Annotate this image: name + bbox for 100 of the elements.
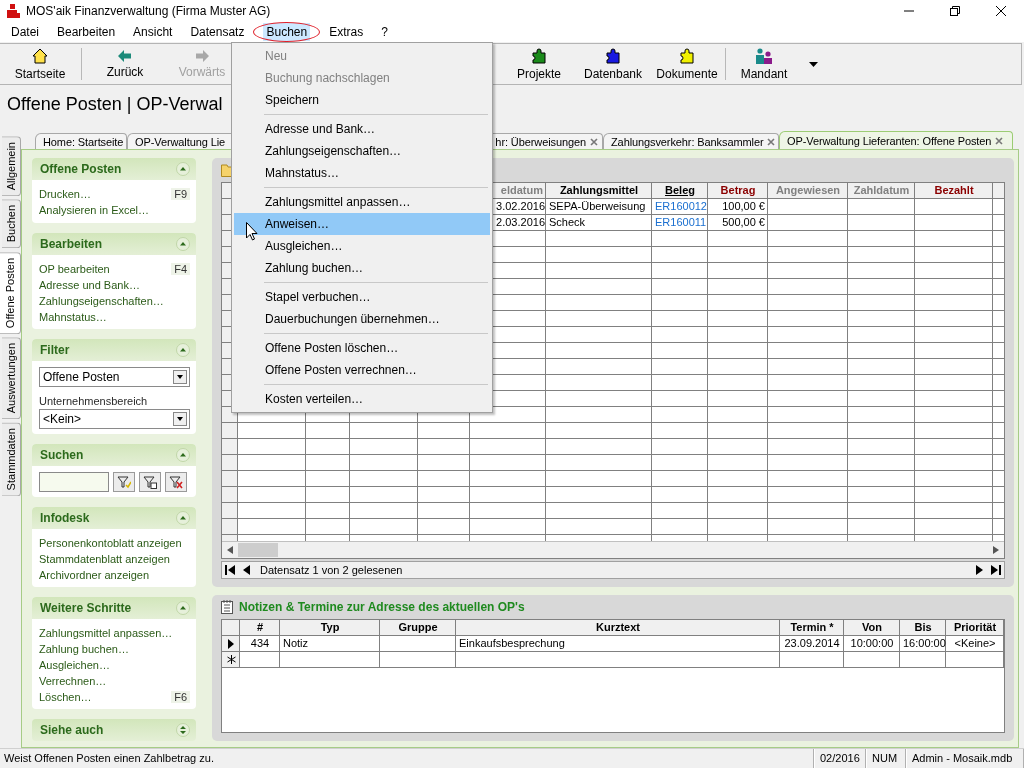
column-header[interactable]: Kurztext bbox=[456, 620, 780, 635]
back-arrow-icon bbox=[118, 49, 132, 62]
sidebar-link[interactable]: Ausgleichen… bbox=[39, 659, 110, 672]
column-header[interactable]: Priorität bbox=[946, 620, 1004, 635]
restore-icon[interactable] bbox=[950, 6, 960, 16]
sidebar-link[interactable]: OP bearbeiten bbox=[39, 262, 110, 275]
funnel-icon bbox=[169, 474, 183, 489]
next-record-icon[interactable] bbox=[976, 565, 984, 575]
menu-entry[interactable]: Kosten verteilen… bbox=[234, 388, 490, 410]
caret-icon[interactable] bbox=[809, 61, 818, 67]
sidebar-link[interactable]: Analysieren in Excel… bbox=[39, 204, 150, 216]
new-row-icon bbox=[226, 655, 236, 664]
filter-button[interactable] bbox=[113, 471, 135, 492]
menu-entry[interactable]: Anweisen… bbox=[234, 213, 490, 235]
menu-item[interactable]: Datensatz bbox=[181, 22, 254, 42]
column-header[interactable]: Termin * bbox=[780, 620, 844, 635]
sidebar-link[interactable]: Adresse und Bank… bbox=[39, 278, 140, 291]
menu-entry[interactable]: Mahnstatus… bbox=[234, 162, 490, 184]
column-header[interactable]: Bezahlt bbox=[915, 183, 993, 198]
scroll-left-icon[interactable] bbox=[227, 546, 233, 554]
panel-title: Suchen bbox=[40, 447, 84, 462]
close-icon[interactable] bbox=[996, 6, 1006, 16]
column-header[interactable]: Beleg bbox=[652, 183, 708, 198]
menu-item[interactable]: Extras bbox=[320, 22, 373, 42]
menu-entry[interactable]: Zahlung buchen… bbox=[234, 257, 490, 279]
column-header[interactable]: Typ bbox=[280, 620, 380, 635]
search-field[interactable] bbox=[39, 471, 109, 492]
funnel-icon bbox=[143, 474, 157, 489]
column-header[interactable]: Zahldatum bbox=[848, 183, 915, 198]
sidebar-link[interactable]: Löschen… bbox=[39, 691, 92, 704]
table-cell-text: 2.03.2016 bbox=[495, 215, 546, 230]
menu-entry[interactable]: Adresse und Bank… bbox=[234, 118, 490, 140]
horizontal-scrollbar[interactable] bbox=[222, 541, 1004, 558]
menu-entry[interactable]: Offene Posten verrechnen… bbox=[234, 359, 490, 381]
sidebar-link[interactable]: Mahnstatus… bbox=[39, 310, 107, 323]
status-select[interactable]: Offene Posten bbox=[39, 367, 190, 388]
menu-item[interactable]: Datei bbox=[2, 22, 48, 42]
toolbar-button[interactable]: Projekte bbox=[502, 44, 576, 84]
area-select[interactable]: <Kein> bbox=[39, 409, 190, 430]
previous-record-icon[interactable] bbox=[242, 565, 250, 575]
side-tab[interactable]: Allgemein bbox=[2, 136, 21, 197]
period-indicator: 02/2016 bbox=[814, 749, 866, 768]
document-tab[interactable]: Zahlungsverkehr: Banksammler bbox=[603, 133, 779, 149]
side-tab[interactable]: Buchen bbox=[2, 199, 21, 249]
clear-filter-button[interactable] bbox=[165, 471, 187, 492]
collapse-icon[interactable] bbox=[176, 162, 190, 176]
column-header[interactable]: Von bbox=[844, 620, 900, 635]
menu-entry[interactable]: Offene Posten löschen… bbox=[234, 337, 490, 359]
app-logo-icon bbox=[6, 4, 20, 18]
table-cell-text: 3.02.2016 bbox=[495, 199, 546, 214]
scroll-thumb[interactable] bbox=[238, 543, 278, 557]
mouse-cursor-icon bbox=[246, 222, 258, 241]
sidebar-link[interactable]: Zahlungseigenschaften… bbox=[39, 294, 164, 307]
document-tab[interactable]: OP-Verwaltung Lieferanten: Offene Posten bbox=[779, 131, 1013, 149]
menu-entry[interactable]: Speichern bbox=[234, 89, 490, 111]
sidebar-link[interactable]: Zahlungsmittel anpassen… bbox=[39, 627, 173, 640]
side-tab[interactable]: Offene Posten bbox=[0, 251, 21, 334]
toolbar-button[interactable]: Datenbank bbox=[576, 44, 650, 84]
menu-item[interactable]: ? bbox=[372, 22, 397, 42]
menu-entry[interactable]: Dauerbuchungen übernehmen… bbox=[234, 308, 490, 330]
expand-icon[interactable] bbox=[176, 723, 190, 738]
collapse-icon[interactable] bbox=[176, 601, 190, 616]
sidebar-link[interactable]: Personenkontoblatt anzeigen bbox=[39, 536, 182, 549]
table-cell-text: Notiz bbox=[282, 636, 310, 651]
table-cell-text: ER160011 bbox=[654, 215, 708, 230]
sidebar-link[interactable]: Archivordner anzeigen bbox=[39, 568, 150, 581]
side-tab[interactable]: Auswertungen bbox=[2, 336, 21, 420]
menu-entry[interactable]: Zahlungseigenschaften… bbox=[234, 140, 490, 162]
sidebar-link[interactable]: Drucken… bbox=[39, 188, 91, 200]
sidebar-link[interactable]: Stammdatenblatt anzeigen bbox=[39, 552, 170, 565]
last-record-icon[interactable] bbox=[991, 565, 1001, 575]
column-header[interactable]: Bis bbox=[900, 620, 946, 635]
collapse-icon[interactable] bbox=[176, 236, 190, 251]
document-tab[interactable]: Home: Startseite bbox=[35, 133, 127, 149]
scroll-right-icon[interactable] bbox=[993, 546, 999, 554]
column-header[interactable]: Gruppe bbox=[380, 620, 456, 635]
menu-entry[interactable]: Zahlungsmittel anpassen… bbox=[234, 191, 490, 213]
first-record-icon[interactable] bbox=[225, 565, 235, 575]
toolbar-button[interactable]: Mandant bbox=[727, 44, 801, 84]
menu-entry[interactable]: Ausgleichen… bbox=[234, 235, 490, 257]
column-header[interactable]: Betrag bbox=[708, 183, 768, 198]
table-cell-text: 500,00 € bbox=[721, 215, 766, 230]
toolbar-button[interactable]: Startseite bbox=[0, 44, 80, 84]
collapse-icon[interactable] bbox=[176, 510, 190, 525]
column-header[interactable]: # bbox=[240, 620, 280, 635]
column-header[interactable]: Zahlungsmittel bbox=[546, 183, 652, 198]
sidebar-link[interactable]: Verrechnen… bbox=[39, 675, 107, 688]
menu-item[interactable]: Bearbeiten bbox=[48, 22, 125, 42]
menu-entry[interactable]: Stapel verbuchen… bbox=[234, 286, 490, 308]
collapse-icon[interactable] bbox=[176, 343, 190, 358]
filter-list-button[interactable] bbox=[139, 471, 161, 492]
side-tab[interactable]: Stammdaten bbox=[2, 422, 21, 497]
toolbar-button[interactable]: Dokumente bbox=[650, 44, 724, 84]
sidebar-link[interactable]: Zahlung buchen… bbox=[39, 643, 129, 656]
collapse-icon[interactable] bbox=[176, 447, 190, 462]
table-cell-text: ER160012 bbox=[654, 199, 708, 214]
column-header[interactable]: Angewiesen bbox=[768, 183, 848, 198]
toolbar-button[interactable]: Zurück bbox=[83, 44, 167, 84]
menu-item[interactable]: Ansicht bbox=[124, 22, 182, 42]
notepad-icon bbox=[221, 600, 233, 614]
